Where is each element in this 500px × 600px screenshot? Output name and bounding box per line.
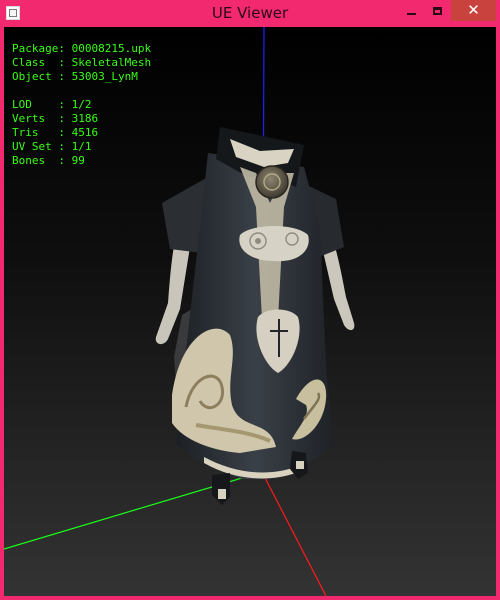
title-bar[interactable]: UE Viewer ✕ xyxy=(0,0,500,27)
maximize-icon xyxy=(432,6,442,15)
info-value-lod: 1/2 xyxy=(71,98,92,111)
info-key: UV Set xyxy=(12,140,59,153)
info-key: Bones xyxy=(12,154,59,167)
info-sep: : xyxy=(58,98,72,111)
info-row-tris: Tris : 4516 xyxy=(12,126,151,140)
info-row-object: Object : 53003_LynM xyxy=(12,70,151,84)
minimize-icon xyxy=(406,12,416,15)
app-window: UE Viewer ✕ Package: 00008215.upk Class … xyxy=(0,0,500,600)
maximize-button[interactable] xyxy=(424,0,450,21)
info-key: Package xyxy=(12,42,59,55)
info-sep: : xyxy=(58,42,72,55)
info-sep: : xyxy=(58,154,72,167)
info-row-lod: LOD : 1/2 xyxy=(12,98,151,112)
info-key: Object xyxy=(12,70,59,83)
info-sep: : xyxy=(58,112,72,125)
info-value-package: 00008215.upk xyxy=(71,42,152,55)
info-sep: : xyxy=(58,126,72,139)
character-model xyxy=(155,127,355,505)
3d-viewport[interactable]: Package: 00008215.upk Class : SkeletalMe… xyxy=(4,27,496,596)
info-value-object: 53003_LynM xyxy=(71,70,138,83)
info-sep: : xyxy=(58,140,72,153)
info-value-bones: 99 xyxy=(71,154,85,167)
info-row-bones: Bones : 99 xyxy=(12,154,151,168)
info-row-package: Package: 00008215.upk xyxy=(12,42,151,56)
info-key: Verts xyxy=(12,112,59,125)
info-value-class: SkeletalMesh xyxy=(71,56,152,69)
info-value-verts: 3186 xyxy=(71,112,99,125)
info-row-verts: Verts : 3186 xyxy=(12,112,151,126)
info-row-class: Class : SkeletalMesh xyxy=(12,56,151,70)
info-sep: : xyxy=(58,70,72,83)
info-key: Tris xyxy=(12,126,59,139)
mesh-info-overlay: Package: 00008215.upk Class : SkeletalMe… xyxy=(12,42,151,168)
info-value-uvset: 1/1 xyxy=(71,140,92,153)
close-icon: ✕ xyxy=(467,1,480,19)
info-key: Class xyxy=(12,56,59,69)
close-button[interactable]: ✕ xyxy=(451,0,496,21)
minimize-button[interactable] xyxy=(398,0,424,21)
info-key: LOD xyxy=(12,98,59,111)
x-axis-line xyxy=(261,471,327,596)
info-sep: : xyxy=(58,56,72,69)
info-value-tris: 4516 xyxy=(71,126,99,139)
info-row-uvset: UV Set : 1/1 xyxy=(12,140,151,154)
